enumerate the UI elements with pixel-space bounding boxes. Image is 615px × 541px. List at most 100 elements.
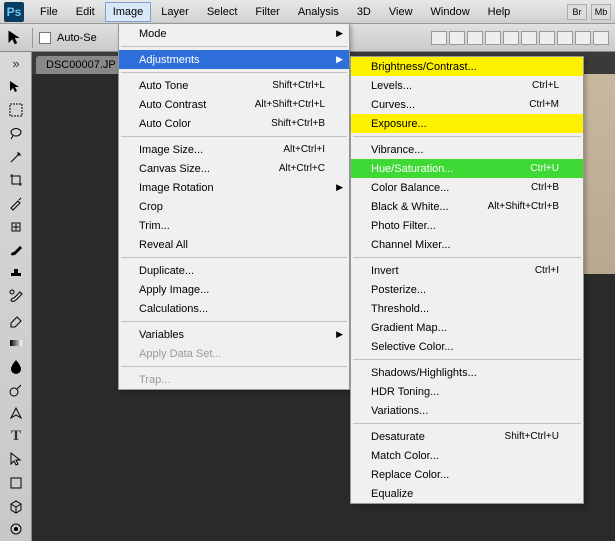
menu-file[interactable]: File — [32, 2, 66, 22]
menu-threshold[interactable]: Threshold... — [351, 299, 583, 318]
separator — [353, 359, 581, 360]
menu-canvas-size[interactable]: Canvas Size...Alt+Ctrl+C — [119, 159, 349, 178]
separator — [353, 423, 581, 424]
3d-tool[interactable] — [2, 495, 30, 516]
menu-layer[interactable]: Layer — [153, 2, 197, 22]
stamp-tool[interactable] — [2, 263, 30, 284]
menu-auto-contrast[interactable]: Auto ContrastAlt+Shift+Ctrl+L — [119, 95, 349, 114]
align-icon[interactable] — [485, 31, 501, 45]
menu-desaturate[interactable]: DesaturateShift+Ctrl+U — [351, 427, 583, 446]
menu-adjustments[interactable]: Adjustments▶ — [119, 50, 349, 69]
menu-auto-tone[interactable]: Auto ToneShift+Ctrl+L — [119, 76, 349, 95]
separator — [32, 28, 33, 48]
chevron-right-icon: ▶ — [336, 28, 343, 39]
mb-icon[interactable]: Mb — [591, 4, 611, 20]
menu-auto-color[interactable]: Auto ColorShift+Ctrl+B — [119, 114, 349, 133]
menu-channel-mixer[interactable]: Channel Mixer... — [351, 235, 583, 254]
align-icon[interactable] — [557, 31, 573, 45]
align-icon[interactable] — [503, 31, 519, 45]
menu-variables[interactable]: Variables▶ — [119, 325, 349, 344]
menu-3d[interactable]: 3D — [349, 2, 379, 22]
menu-shadows-highlights[interactable]: Shadows/Highlights... — [351, 363, 583, 382]
menu-duplicate[interactable]: Duplicate... — [119, 261, 349, 280]
menu-apply-data-set: Apply Data Set... — [119, 344, 349, 363]
marquee-tool[interactable] — [2, 100, 30, 121]
separator — [353, 136, 581, 137]
move-tool-icon[interactable] — [6, 30, 26, 46]
menu-replace-color[interactable]: Replace Color... — [351, 465, 583, 484]
menu-analysis[interactable]: Analysis — [290, 2, 347, 22]
menu-equalize[interactable]: Equalize — [351, 484, 583, 503]
menu-apply-image[interactable]: Apply Image... — [119, 280, 349, 299]
align-icon[interactable] — [575, 31, 591, 45]
align-icon[interactable] — [539, 31, 555, 45]
auto-select-checkbox[interactable] — [39, 32, 51, 44]
menu-calculations[interactable]: Calculations... — [119, 299, 349, 318]
type-tool[interactable]: T — [2, 426, 30, 447]
eyedropper-tool[interactable] — [2, 193, 30, 214]
shape-tool[interactable] — [2, 472, 30, 493]
menu-exposure[interactable]: Exposure... — [351, 114, 583, 133]
expand-icon[interactable]: » — [2, 53, 30, 74]
menu-mode[interactable]: Mode▶ — [119, 24, 349, 43]
separator — [121, 366, 347, 367]
separator — [121, 72, 347, 73]
menu-edit[interactable]: Edit — [68, 2, 103, 22]
menu-levels[interactable]: Levels...Ctrl+L — [351, 76, 583, 95]
brush-tool[interactable] — [2, 239, 30, 260]
menu-view[interactable]: View — [381, 2, 421, 22]
menu-image[interactable]: Image — [105, 2, 152, 22]
toolbox: » T — [0, 52, 32, 541]
separator — [353, 257, 581, 258]
gradient-tool[interactable] — [2, 332, 30, 353]
menu-hue-saturation[interactable]: Hue/Saturation...Ctrl+U — [351, 159, 583, 178]
menu-color-balance[interactable]: Color Balance...Ctrl+B — [351, 178, 583, 197]
dodge-tool[interactable] — [2, 379, 30, 400]
history-brush-tool[interactable] — [2, 286, 30, 307]
menu-match-color[interactable]: Match Color... — [351, 446, 583, 465]
wand-tool[interactable] — [2, 146, 30, 167]
bridge-icon[interactable]: Br — [567, 4, 587, 20]
menu-select[interactable]: Select — [199, 2, 246, 22]
separator — [121, 46, 347, 47]
menu-filter[interactable]: Filter — [247, 2, 287, 22]
align-icon[interactable] — [593, 31, 609, 45]
align-icon[interactable] — [449, 31, 465, 45]
pen-tool[interactable] — [2, 402, 30, 423]
menu-hdr-toning[interactable]: HDR Toning... — [351, 382, 583, 401]
menu-gradient-map[interactable]: Gradient Map... — [351, 318, 583, 337]
menu-trim[interactable]: Trim... — [119, 216, 349, 235]
camera-tool[interactable] — [2, 519, 30, 540]
menu-image-rotation[interactable]: Image Rotation▶ — [119, 178, 349, 197]
healing-tool[interactable] — [2, 216, 30, 237]
move-tool[interactable] — [2, 76, 30, 97]
chevron-right-icon: ▶ — [336, 54, 343, 65]
path-select-tool[interactable] — [2, 449, 30, 470]
eraser-tool[interactable] — [2, 309, 30, 330]
menu-curves[interactable]: Curves...Ctrl+M — [351, 95, 583, 114]
crop-tool[interactable] — [2, 169, 30, 190]
menu-window[interactable]: Window — [423, 2, 478, 22]
menu-crop[interactable]: Crop — [119, 197, 349, 216]
menu-selective-color[interactable]: Selective Color... — [351, 337, 583, 356]
align-icon[interactable] — [431, 31, 447, 45]
align-icon[interactable] — [467, 31, 483, 45]
align-icon[interactable] — [521, 31, 537, 45]
separator — [121, 321, 347, 322]
separator — [121, 257, 347, 258]
menu-vibrance[interactable]: Vibrance... — [351, 140, 583, 159]
menubar: Ps File Edit Image Layer Select Filter A… — [0, 0, 615, 24]
menu-reveal-all[interactable]: Reveal All — [119, 235, 349, 254]
auto-select-label: Auto-Se — [57, 32, 97, 44]
menu-invert[interactable]: InvertCtrl+I — [351, 261, 583, 280]
menu-posterize[interactable]: Posterize... — [351, 280, 583, 299]
blur-tool[interactable] — [2, 356, 30, 377]
menu-photo-filter[interactable]: Photo Filter... — [351, 216, 583, 235]
menu-brightness-contrast[interactable]: Brightness/Contrast... — [351, 57, 583, 76]
menu-variations[interactable]: Variations... — [351, 401, 583, 420]
menu-image-size[interactable]: Image Size...Alt+Ctrl+I — [119, 140, 349, 159]
lasso-tool[interactable] — [2, 123, 30, 144]
document-tab[interactable]: DSC00007.JP — [36, 56, 126, 74]
menu-black-white[interactable]: Black & White...Alt+Shift+Ctrl+B — [351, 197, 583, 216]
menu-help[interactable]: Help — [480, 2, 519, 22]
